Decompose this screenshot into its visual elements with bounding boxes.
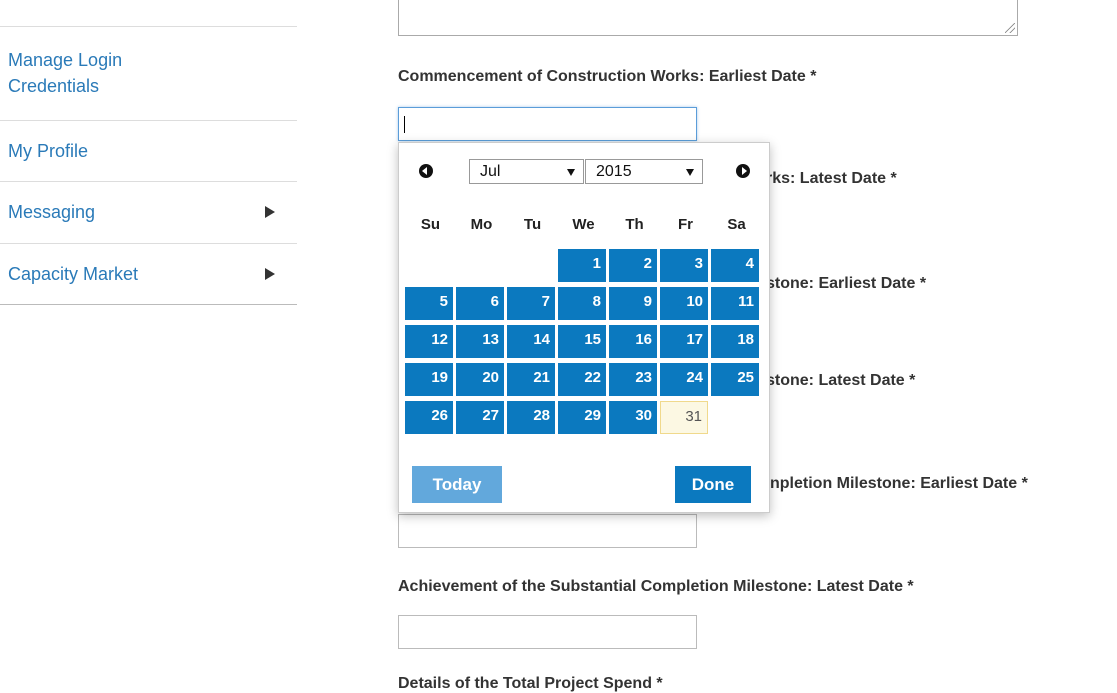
label-substantial-earliest: npletion Milestone: Earliest Date * <box>770 475 1028 492</box>
done-button[interactable]: Done <box>675 466 751 503</box>
calendar-day[interactable]: 5 <box>405 287 453 320</box>
weekday-header-we: We <box>572 216 595 233</box>
calendar-day[interactable]: 25 <box>711 363 759 396</box>
calendar-day[interactable]: 21 <box>507 363 555 396</box>
weekday-header-mo: Mo <box>470 216 493 233</box>
prev-month-icon[interactable] <box>419 164 433 178</box>
calendar-day[interactable]: 6 <box>456 287 504 320</box>
weekday-header-su: Su <box>420 216 441 233</box>
text-caret <box>404 116 405 133</box>
label-commencement-earliest: Commencement of Construction Works: Earl… <box>398 68 817 85</box>
sidebar-item-label: My Profile <box>8 141 89 161</box>
calendar-day[interactable]: 19 <box>405 363 453 396</box>
calendar-day[interactable]: 27 <box>456 401 504 434</box>
calendar-day[interactable]: 12 <box>405 325 453 358</box>
calendar-day[interactable]: 16 <box>609 325 657 358</box>
submenu-arrow-icon <box>265 268 275 280</box>
calendar-day[interactable]: 13 <box>456 325 504 358</box>
datepicker-popup: Jul 2015 Su Mo Tu We Th Fr Sa 1 2 3 4 5 6 7 8 9 10 11 12 13… <box>398 142 770 513</box>
month-select[interactable]: Jul <box>469 159 584 184</box>
submenu-arrow-icon <box>265 206 275 218</box>
calendar-day[interactable]: 29 <box>558 401 606 434</box>
calendar-day[interactable]: 17 <box>660 325 708 358</box>
dropdown-arrow-icon <box>686 169 694 176</box>
calendar-day[interactable]: 7 <box>507 287 555 320</box>
calendar-day[interactable]: 28 <box>507 401 555 434</box>
label-milestone-earliest: stone: Earliest Date * <box>766 275 927 292</box>
sidebar-item-manage-login-credentials[interactable]: Manage Login Credentials <box>0 26 297 120</box>
sidebar-item-messaging[interactable]: Messaging <box>0 181 297 243</box>
sidebar-item-label: Capacity Market <box>8 264 139 284</box>
weekday-header-tu: Tu <box>523 216 542 233</box>
calendar-day[interactable]: 26 <box>405 401 453 434</box>
calendar-day[interactable]: 3 <box>660 249 708 282</box>
next-month-icon[interactable] <box>736 164 750 178</box>
calendar-day[interactable]: 2 <box>609 249 657 282</box>
label-milestone-latest: stone: Latest Date * <box>766 372 916 389</box>
calendar-day[interactable]: 10 <box>660 287 708 320</box>
calendar-day[interactable]: 14 <box>507 325 555 358</box>
description-textarea[interactable] <box>398 0 1018 36</box>
calendar-day[interactable]: 30 <box>609 401 657 434</box>
weekday-header-fr: Fr <box>678 216 693 233</box>
sidebar-nav: Manage Login Credentials My Profile Mess… <box>0 26 297 305</box>
calendar-day[interactable]: 23 <box>609 363 657 396</box>
year-select-value: 2015 <box>596 163 632 180</box>
year-select[interactable]: 2015 <box>585 159 703 184</box>
resize-grip-icon[interactable] <box>1005 23 1015 33</box>
calendar-day-today[interactable]: 31 <box>660 401 708 434</box>
sidebar-item-label: Manage Login Credentials <box>8 50 123 96</box>
label-substantial-latest: Achievement of the Substantial Completio… <box>398 578 914 595</box>
commencement-earliest-date-input[interactable] <box>398 107 697 141</box>
calendar-day[interactable]: 4 <box>711 249 759 282</box>
calendar-day[interactable]: 20 <box>456 363 504 396</box>
weekday-header-sa: Sa <box>727 216 746 233</box>
substantial-latest-date-input[interactable] <box>398 615 697 649</box>
calendar-day[interactable]: 22 <box>558 363 606 396</box>
sidebar-item-my-profile[interactable]: My Profile <box>0 120 297 181</box>
calendar-day[interactable]: 8 <box>558 287 606 320</box>
sidebar-item-capacity-market[interactable]: Capacity Market <box>0 243 297 305</box>
dropdown-arrow-icon <box>567 169 575 176</box>
today-button[interactable]: Today <box>412 466 502 503</box>
sidebar-item-label: Messaging <box>8 202 96 222</box>
calendar-day[interactable]: 9 <box>609 287 657 320</box>
calendar-day[interactable]: 24 <box>660 363 708 396</box>
calendar-day[interactable]: 15 <box>558 325 606 358</box>
calendar-day[interactable]: 11 <box>711 287 759 320</box>
substantial-earliest-date-input[interactable] <box>398 514 697 548</box>
label-total-project-spend: Details of the Total Project Spend * <box>398 675 663 692</box>
weekday-header-th: Th <box>625 216 644 233</box>
label-commencement-latest: rks: Latest Date * <box>766 170 897 187</box>
month-select-value: Jul <box>480 163 501 180</box>
calendar-day[interactable]: 1 <box>558 249 606 282</box>
calendar-day[interactable]: 18 <box>711 325 759 358</box>
